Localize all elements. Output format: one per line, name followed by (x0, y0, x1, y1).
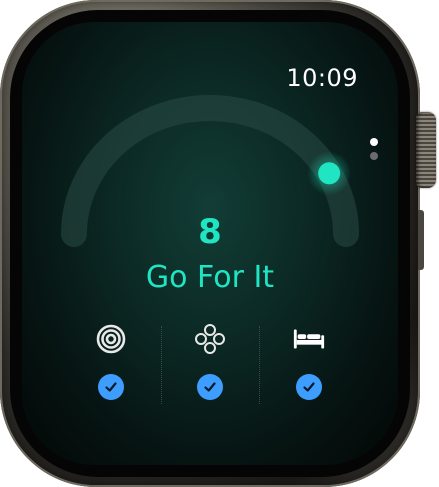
check-icon (295, 374, 322, 400)
gauge-knob (318, 162, 341, 185)
mindfulness-flower-icon (193, 322, 227, 356)
score-label: Go For It (145, 260, 275, 295)
page-dot-active (370, 138, 378, 146)
metric-mindfulness[interactable] (160, 322, 260, 408)
clock-time: 10:09 (286, 64, 358, 92)
metrics-row (62, 322, 358, 408)
check-icon (197, 374, 223, 400)
page-dot-inactive (370, 152, 378, 160)
metric-sleep[interactable] (259, 322, 358, 408)
metric-activity[interactable] (62, 322, 161, 408)
bed-icon (292, 322, 326, 356)
activity-rings-icon (94, 322, 128, 356)
watch-screen: 10:09 8 Go For It (22, 22, 398, 465)
page-indicator[interactable] (370, 138, 378, 166)
score-value: 8 (198, 212, 222, 252)
side-button[interactable] (418, 210, 424, 270)
digital-crown[interactable] (416, 112, 436, 188)
check-icon (98, 374, 125, 400)
